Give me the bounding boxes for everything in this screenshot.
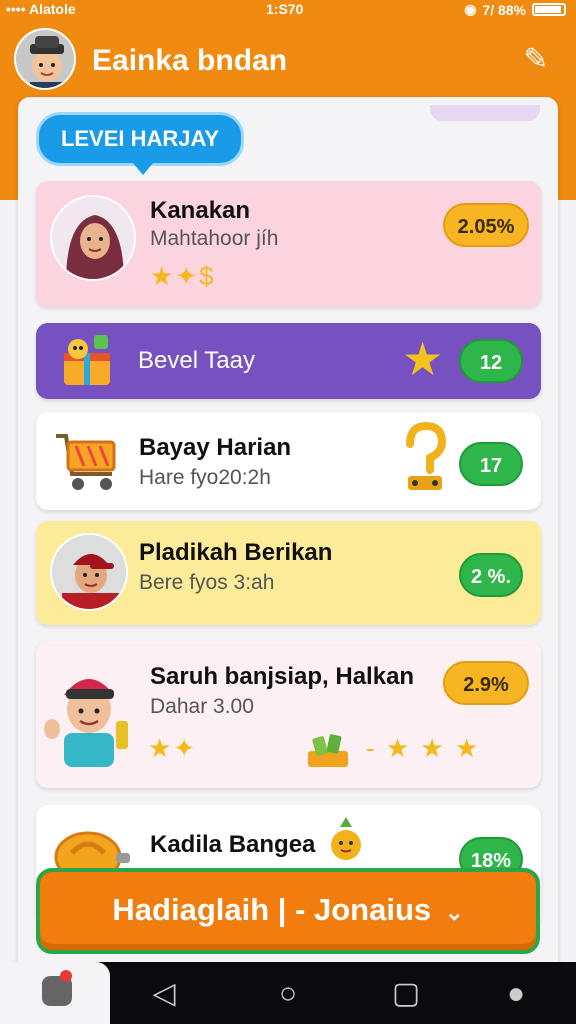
list-item-kanakan[interactable]: Kanakan Mahtahoor jíh ★✦$ 2.05% <box>36 181 541 307</box>
gift-box-icon <box>58 331 116 389</box>
card-title: Kadila Bangea <box>150 831 316 858</box>
card-subtitle: Hare fyo20:2h <box>139 466 271 489</box>
percent-badge: 2.9% <box>443 661 529 705</box>
card-title: Bevel Taay <box>138 347 255 374</box>
list-item-saruh-banjsiap[interactable]: Saruh banjsiap, Halkan Dahar 3.00 ★✦ - ★… <box>36 641 541 788</box>
star-icon: ★ <box>402 333 444 385</box>
card-title: Kanakan <box>150 197 251 224</box>
card-subtitle: Bere fyos 3:ah <box>139 571 275 594</box>
pineapple-icon <box>328 817 364 861</box>
reward-stars-icons: - ★ ★ ★ <box>366 733 481 763</box>
star-rating-icons: ★✦$ <box>150 261 216 291</box>
waving-character-icon <box>42 659 136 769</box>
list-item-bayay-harian[interactable]: Bayay Harian Hare fyo20:2h 17 <box>36 412 541 510</box>
profile-icon[interactable]: ● <box>494 972 538 1016</box>
carrier-label: •••• Alatole <box>6 1 76 17</box>
avatar <box>50 533 128 611</box>
avatar <box>50 195 136 281</box>
card-title: Pladikah Berikan <box>139 539 333 566</box>
bottom-navigation: ◁ ○ ▢ ● <box>0 962 576 1024</box>
recents-icon[interactable]: ▢ <box>384 972 428 1016</box>
card-subtitle: Mahtahoor jíh <box>150 227 279 250</box>
hijab-avatar-image <box>52 197 134 279</box>
count-badge: 17 <box>459 442 523 486</box>
card-subtitle: Dahar 3.00 <box>150 695 254 718</box>
profile-avatar-image <box>16 30 74 88</box>
claim-button-label: Hadiaglaih | - Jonaius <box>112 892 432 927</box>
count-badge: 12 <box>459 339 523 383</box>
question-mark-icon <box>402 421 448 496</box>
status-icons: ◉ 7/ 88% <box>464 1 566 18</box>
edit-icon[interactable]: ✎ <box>518 42 554 78</box>
clock: 1:S70 <box>266 1 304 17</box>
panel-tab-hint <box>430 105 540 121</box>
app-home-tab[interactable] <box>0 962 110 1024</box>
chevron-down-icon: ⌄ <box>445 900 464 925</box>
back-icon[interactable]: ◁ <box>142 972 186 1016</box>
percent-badge: 2 %. <box>459 553 523 597</box>
level-badge[interactable]: LEVEI HARJAY <box>36 112 244 175</box>
status-bar: •••• Alatole 1:S70 ◉ 7/ 88% <box>0 0 576 20</box>
notification-dot-icon <box>60 970 72 982</box>
app-title: Eainka bndan <box>92 44 288 77</box>
percent-badge: 2.05% <box>443 203 529 247</box>
profile-avatar[interactable] <box>14 28 76 90</box>
battery-icon <box>532 3 566 16</box>
list-item-pladikah-berikan[interactable]: Pladikah Berikan Bere fyos 3:ah 2 %. <box>36 521 541 625</box>
list-item-bevel-taay[interactable]: Bevel Taay ★ 12 <box>36 323 541 399</box>
card-title: Bayay Harian <box>139 434 292 461</box>
shopping-cart-icon <box>50 424 124 498</box>
claim-button[interactable]: Hadiaglaih | - Jonaius ⌄ <box>36 868 540 954</box>
card-title: Saruh banjsiap, Halkan <box>150 663 415 690</box>
cap-avatar-image <box>52 535 126 609</box>
money-tray-icon <box>304 729 352 773</box>
home-icon[interactable]: ○ <box>266 972 310 1016</box>
battery-label: 7/ 88% <box>482 1 526 18</box>
wifi-icon: ◉ <box>464 1 477 17</box>
star-rating-icons: ★✦ <box>148 733 198 763</box>
